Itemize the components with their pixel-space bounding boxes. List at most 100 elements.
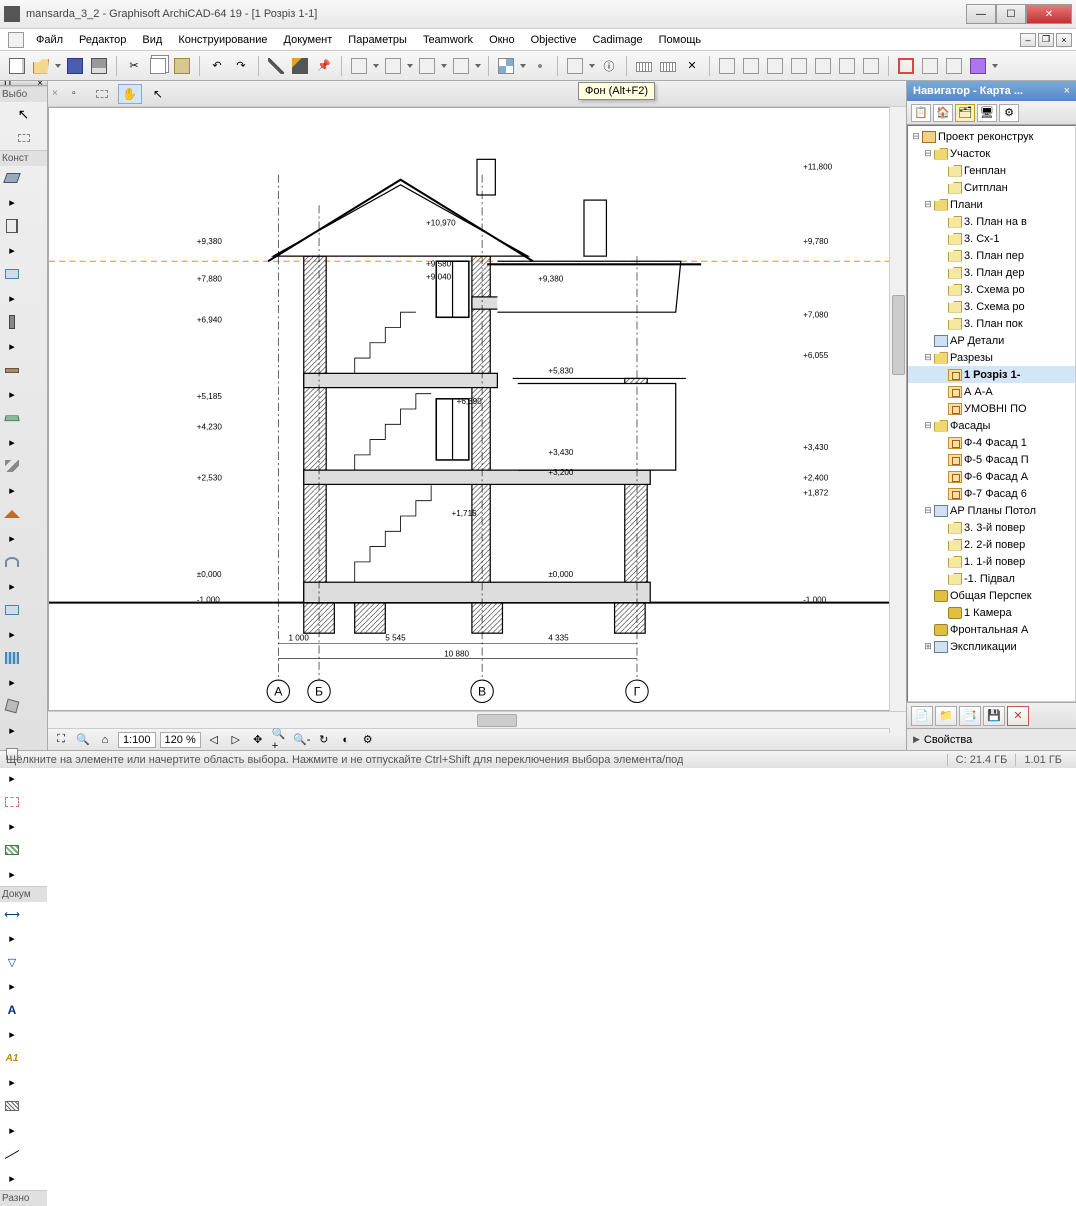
horizontal-scrollbar[interactable] <box>48 711 906 728</box>
align-1[interactable] <box>716 55 738 77</box>
cut-button[interactable]: ✂ <box>123 55 145 77</box>
align-6[interactable] <box>836 55 858 77</box>
zoom-display[interactable]: 120 % <box>160 732 201 748</box>
mode-cursor[interactable]: ↖ <box>146 84 170 104</box>
copy-button[interactable] <box>147 55 169 77</box>
maximize-button[interactable]: ☐ <box>996 4 1026 24</box>
grid-button[interactable] <box>495 55 517 77</box>
mdi-minimize[interactable]: – <box>1020 33 1036 47</box>
mdi-close[interactable]: × <box>1056 33 1072 47</box>
fill-opt[interactable]: ▸ <box>0 1118 24 1142</box>
menu-design[interactable]: Конструирование <box>170 32 275 48</box>
dim-tool[interactable]: ⟷ <box>0 902 24 926</box>
shadows-button[interactable]: ◐ <box>337 732 355 748</box>
align-4[interactable] <box>788 55 810 77</box>
pin-button[interactable]: 📌 <box>313 55 335 77</box>
nav-tab-view[interactable]: 🏠 <box>933 104 953 122</box>
roof-tool[interactable] <box>0 502 24 526</box>
mdi-restore[interactable]: ❐ <box>1038 33 1054 47</box>
align-5[interactable] <box>812 55 834 77</box>
3d-button[interactable] <box>967 55 989 77</box>
close-button[interactable]: ✕ <box>1026 4 1072 24</box>
menu-file[interactable]: Файл <box>28 32 71 48</box>
nav-tab-layout[interactable]: 🗂 <box>955 104 975 122</box>
ruler-button[interactable] <box>657 55 679 77</box>
navigator-tree[interactable]: ⊟Проект реконструк ⊟Участок Генплан Ситп… <box>907 125 1076 702</box>
nav-new-view[interactable]: 📄 <box>911 706 933 726</box>
trace-button[interactable] <box>895 55 917 77</box>
snap2-button[interactable] <box>382 55 404 77</box>
column-opt[interactable]: ▸ <box>0 334 24 358</box>
3d-dropdown[interactable] <box>991 55 999 77</box>
minimize-button[interactable]: — <box>966 4 996 24</box>
canvas-close-icon[interactable]: × <box>52 88 58 99</box>
info-button[interactable]: ⓘ <box>598 55 620 77</box>
align-3[interactable] <box>764 55 786 77</box>
snap3-dropdown[interactable] <box>440 55 448 77</box>
orbit-button[interactable]: ↻ <box>315 732 333 748</box>
align-7[interactable] <box>860 55 882 77</box>
settings-icon[interactable]: ⚙ <box>359 732 377 748</box>
skylight-tool[interactable] <box>0 598 24 622</box>
morph-opt[interactable]: ▸ <box>0 718 24 742</box>
zoom-prev[interactable]: ◁ <box>205 732 223 748</box>
layer-button[interactable] <box>564 55 586 77</box>
text-tool[interactable]: A <box>0 998 24 1022</box>
window-tool[interactable] <box>0 262 24 286</box>
mode-area[interactable] <box>90 84 114 104</box>
nav-new-folder[interactable]: 📁 <box>935 706 957 726</box>
morph-tool[interactable] <box>0 694 24 718</box>
snap3-button[interactable] <box>416 55 438 77</box>
home-button[interactable]: ⌂ <box>96 732 114 748</box>
wall-opt[interactable]: ▸ <box>0 190 24 214</box>
mesh-tool[interactable] <box>0 838 24 862</box>
open-dropdown[interactable] <box>54 55 62 77</box>
navigator-close-icon[interactable]: × <box>1064 85 1070 97</box>
nav-save-view[interactable]: 💾 <box>983 706 1005 726</box>
print-button[interactable] <box>88 55 110 77</box>
edit-button[interactable] <box>289 55 311 77</box>
marker-button[interactable] <box>943 55 965 77</box>
menu-options[interactable]: Параметры <box>340 32 415 48</box>
menu-window[interactable]: Окно <box>481 32 523 48</box>
app-menu-icon[interactable] <box>8 32 24 48</box>
fit-window-button[interactable]: ⛶ <box>52 732 70 748</box>
measure-button[interactable] <box>633 55 655 77</box>
dim-opt[interactable]: ▸ <box>0 926 24 950</box>
column-tool[interactable] <box>0 310 24 334</box>
paste-button[interactable] <box>171 55 193 77</box>
label-opt[interactable]: ▸ <box>0 1070 24 1094</box>
nav-tab-options[interactable]: ⚙ <box>999 104 1019 122</box>
grid-dropdown[interactable] <box>519 55 527 77</box>
menu-teamwork[interactable]: Teamwork <box>415 32 481 48</box>
slab-opt[interactable]: ▸ <box>0 430 24 454</box>
snap4-dropdown[interactable] <box>474 55 482 77</box>
layer-dropdown[interactable] <box>588 55 596 77</box>
shell-tool[interactable] <box>0 550 24 574</box>
roof-opt[interactable]: ▸ <box>0 526 24 550</box>
mesh-opt[interactable]: ▸ <box>0 862 24 886</box>
snap1-dropdown[interactable] <box>372 55 380 77</box>
mode-hand[interactable]: ✋ <box>118 84 142 104</box>
menu-cadimage[interactable]: Cadimage <box>584 32 650 48</box>
zone-tool[interactable] <box>0 790 24 814</box>
zoom-sel-button[interactable]: 🔍 <box>74 732 92 748</box>
vertical-scrollbar[interactable] <box>889 107 906 733</box>
zoom-in-button[interactable]: 🔍+ <box>271 732 289 748</box>
new-doc-button[interactable] <box>6 55 28 77</box>
wall-tool[interactable] <box>0 166 24 190</box>
snap4-button[interactable] <box>450 55 472 77</box>
cross-button[interactable]: ✕ <box>681 55 703 77</box>
find-button[interactable] <box>265 55 287 77</box>
window-opt[interactable]: ▸ <box>0 286 24 310</box>
nav-tab-publisher[interactable]: 🖥 <box>977 104 997 122</box>
shell-opt[interactable]: ▸ <box>0 574 24 598</box>
undo-button[interactable]: ↶ <box>206 55 228 77</box>
zone-opt[interactable]: ▸ <box>0 814 24 838</box>
level-opt[interactable]: ▸ <box>0 974 24 998</box>
mode-point[interactable]: ▫ <box>62 84 86 104</box>
line-tool[interactable] <box>0 1142 24 1166</box>
trace-ref-button[interactable] <box>919 55 941 77</box>
text-opt[interactable]: ▸ <box>0 1022 24 1046</box>
zoom-next[interactable]: ▷ <box>227 732 245 748</box>
